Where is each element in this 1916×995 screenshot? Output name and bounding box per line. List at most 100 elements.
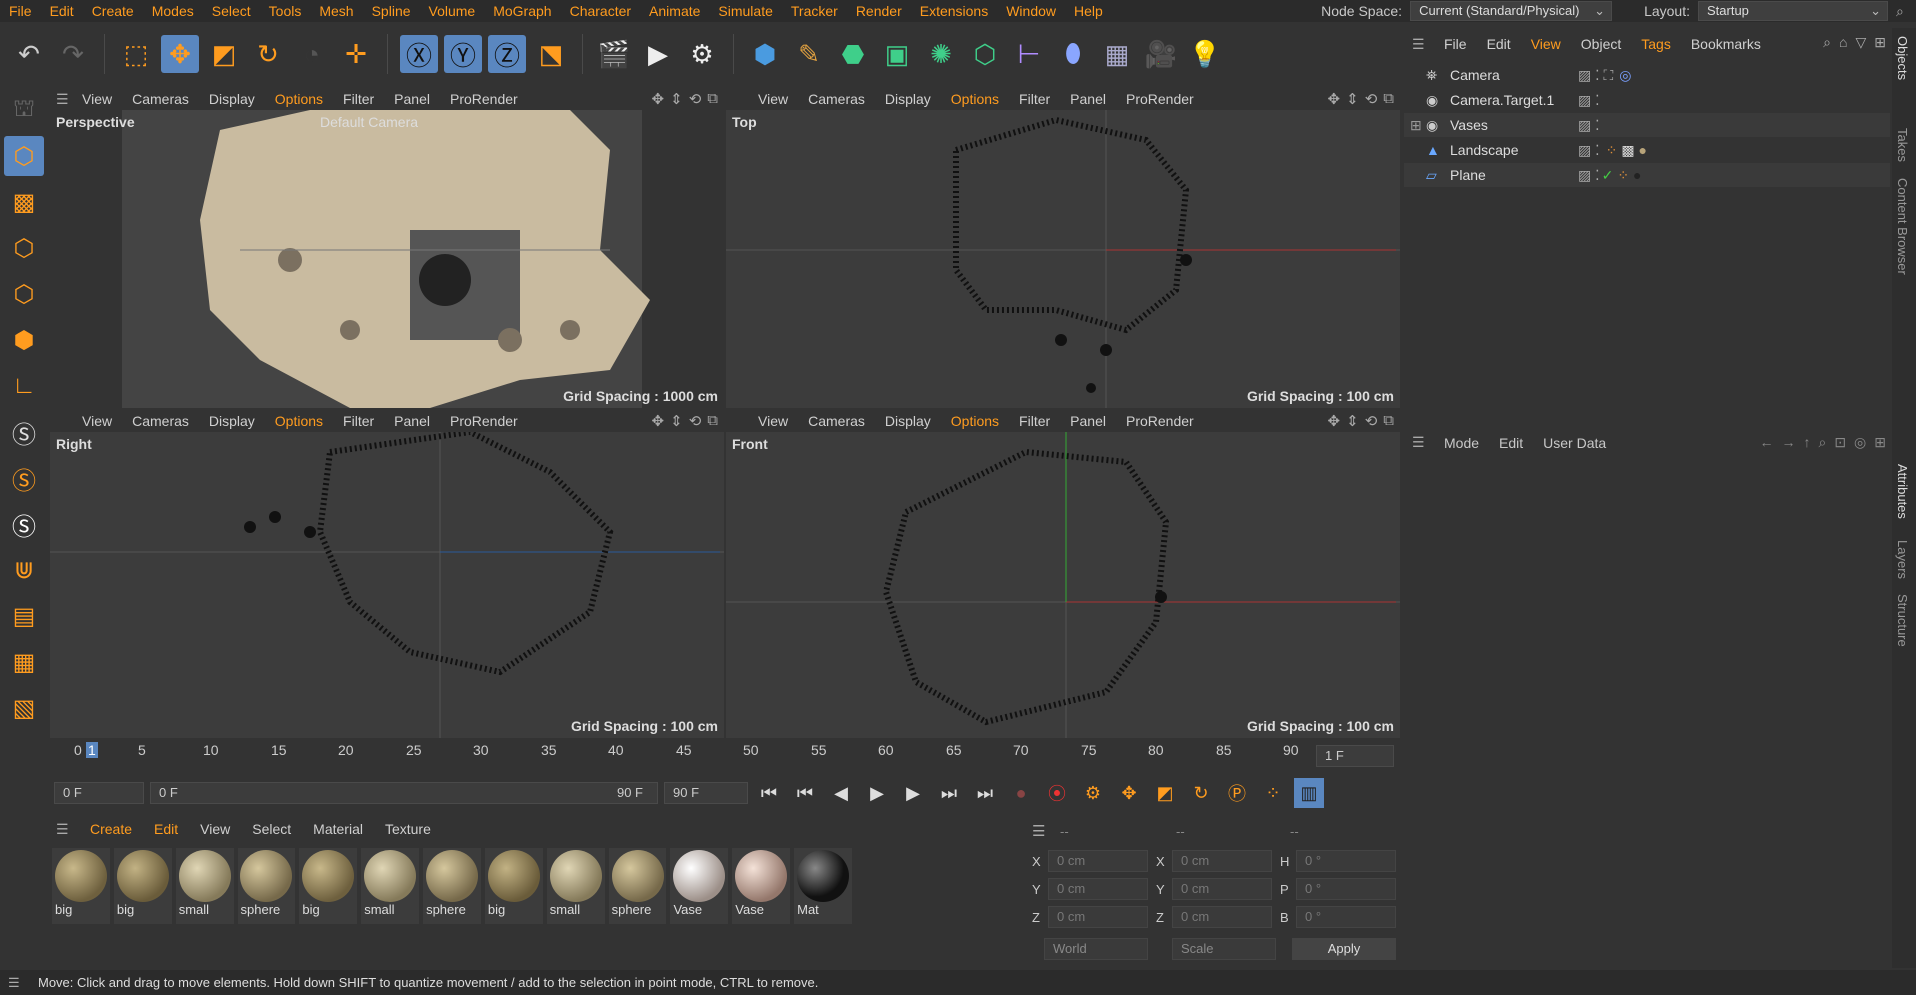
make-editable-icon[interactable]: ⛫ [4, 90, 44, 130]
viewport-canvas[interactable]: Top Grid Spacing : 100 cm [726, 110, 1400, 408]
visibility-icon[interactable]: ▨ ⁚ ⛶ [1578, 67, 1613, 84]
maximize-icon[interactable]: ⧉ [1383, 90, 1394, 108]
pen-icon[interactable]: ✎ [790, 35, 828, 73]
dolly-icon[interactable]: ⇕ [1346, 412, 1359, 430]
vp-menu-display[interactable]: Display [199, 91, 265, 107]
obj-menu-view[interactable]: View [1521, 36, 1571, 52]
next-key-icon[interactable]: ⏭ [934, 778, 964, 808]
visibility-icon[interactable]: ▨ ⁚ [1578, 142, 1600, 159]
vp-menu-display[interactable]: Display [875, 91, 941, 107]
extrude-icon[interactable]: ▣ [878, 35, 916, 73]
menu-select[interactable]: Select [203, 0, 260, 22]
material-item[interactable]: Mat [794, 848, 852, 924]
menu-modes[interactable]: Modes [143, 0, 203, 22]
frame-range-slider[interactable]: 0 F 90 F [150, 782, 658, 804]
vp-menu-panel[interactable]: Panel [384, 413, 440, 429]
hamburger-icon[interactable]: ☰ [48, 821, 78, 838]
maximize-icon[interactable]: ⧉ [1383, 412, 1394, 430]
vp-menu-display[interactable]: Display [875, 413, 941, 429]
hamburger-icon[interactable]: ☰ [1404, 434, 1434, 451]
texture-mode-icon[interactable]: ▩ [4, 182, 44, 222]
axis-mode-icon[interactable]: ∟ [4, 366, 44, 406]
orbit-icon[interactable]: ⟲ [689, 90, 702, 108]
mat-menu-material[interactable]: Material [303, 821, 373, 837]
tab-content-browser[interactable]: Content Browser [1895, 178, 1910, 275]
menu-volume[interactable]: Volume [420, 0, 485, 22]
redo-icon[interactable]: ↷ [54, 35, 92, 73]
vp-menu-prorender[interactable]: ProRender [440, 413, 528, 429]
solo-icon[interactable]: Ⓢ [4, 412, 44, 452]
attr-menu-user-data[interactable]: User Data [1533, 435, 1616, 451]
object-row[interactable]: ⊞ ◉ Vases ▨ ⁚ [1404, 113, 1890, 137]
solo-hierarchy-icon[interactable]: Ⓢ [4, 458, 44, 498]
orbit-icon[interactable]: ⟲ [689, 412, 702, 430]
edges-mode-icon[interactable]: ⬡ [4, 274, 44, 314]
mat-menu-create[interactable]: Create [80, 821, 142, 837]
attr-menu-mode[interactable]: Mode [1434, 435, 1489, 451]
workplane-icon[interactable]: ▤ [4, 596, 44, 636]
viewport-canvas[interactable]: Front Grid Spacing : 100 cm [726, 432, 1400, 738]
render-settings-icon[interactable]: ⚙ [683, 35, 721, 73]
mat-menu-view[interactable]: View [190, 821, 240, 837]
material-item[interactable]: small [546, 848, 605, 924]
record-parameter-icon[interactable]: Ⓟ [1222, 778, 1252, 808]
dolly-icon[interactable]: ⇕ [670, 412, 683, 430]
solo-selection-icon[interactable]: Ⓢ [4, 504, 44, 544]
material-tag-icon[interactable]: ● [1633, 167, 1641, 183]
vp-menu-view[interactable]: View [748, 91, 798, 107]
recent-tool-icon[interactable]: ◔ [293, 35, 331, 73]
vp-menu-filter[interactable]: Filter [333, 413, 384, 429]
field-icon[interactable]: ⬮ [1054, 35, 1092, 73]
position-z-field[interactable]: 0 cm [1048, 906, 1148, 928]
hamburger-icon[interactable]: ☰ [1032, 822, 1045, 840]
menu-create[interactable]: Create [83, 0, 143, 22]
mograph-cloner-icon[interactable]: ✺ [922, 35, 960, 73]
menu-simulate[interactable]: Simulate [709, 0, 781, 22]
vp-menu-display[interactable]: Display [199, 413, 265, 429]
texture-tag-icon[interactable]: ⁘ [1617, 167, 1629, 184]
mat-menu-edit[interactable]: Edit [144, 821, 188, 837]
hamburger-icon[interactable]: ☰ [50, 91, 72, 108]
current-frame-marker[interactable]: 1 [86, 742, 98, 758]
menu-file[interactable]: File [0, 0, 41, 22]
viewport-perspective[interactable]: ☰ View Cameras Display Options Filter Pa… [50, 88, 724, 408]
material-item[interactable]: small [175, 848, 234, 924]
coordinate-mode-dropdown[interactable]: World [1044, 938, 1148, 960]
hamburger-icon[interactable]: ☰ [0, 975, 38, 991]
move-tool-icon[interactable]: ✥ [161, 35, 199, 73]
object-row[interactable]: ▲ Landscape ▨ ⁚ ⁘ ▩ ● [1404, 138, 1890, 162]
search-icon[interactable]: ⌕ [1823, 34, 1831, 51]
home-icon[interactable]: ⌂ [1839, 34, 1847, 51]
visibility-icon[interactable]: ▨ ⁚ [1578, 117, 1600, 134]
polygons-mode-icon[interactable]: ⬢ [4, 320, 44, 360]
tab-objects[interactable]: Objects [1895, 36, 1910, 80]
go-to-start-icon[interactable]: ⏮ [754, 778, 784, 808]
menu-animate[interactable]: Animate [640, 0, 709, 22]
orbit-icon[interactable]: ⟲ [1365, 412, 1378, 430]
keyframe-selection-icon[interactable]: ⚙ [1078, 778, 1108, 808]
material-item[interactable]: big [113, 848, 172, 924]
y-axis-lock-icon[interactable]: Ⓨ [444, 35, 482, 73]
obj-menu-file[interactable]: File [1434, 36, 1477, 52]
tab-structure[interactable]: Structure [1895, 594, 1910, 647]
material-item[interactable]: big [299, 848, 358, 924]
subdivision-icon[interactable]: ⬣ [834, 35, 872, 73]
next-frame-icon[interactable]: ▶ [898, 778, 928, 808]
vp-menu-options[interactable]: Options [265, 91, 333, 107]
vp-menu-cameras[interactable]: Cameras [122, 413, 199, 429]
model-mode-icon[interactable]: ⬡ [4, 136, 44, 176]
render-picture-viewer-icon[interactable]: ▶ [639, 35, 677, 73]
vp-menu-options[interactable]: Options [941, 413, 1009, 429]
viewport-canvas[interactable]: Perspective Default Camera Grid Spacing … [50, 110, 724, 408]
undo-icon[interactable]: ↶ [10, 35, 48, 73]
menu-tracker[interactable]: Tracker [782, 0, 847, 22]
search-icon[interactable]: ⌕ [1896, 3, 1916, 20]
material-item[interactable]: sphere [608, 848, 667, 924]
menu-window[interactable]: Window [997, 0, 1065, 22]
attr-menu-edit[interactable]: Edit [1489, 435, 1533, 451]
tab-takes[interactable]: Takes [1895, 128, 1910, 162]
vp-menu-filter[interactable]: Filter [333, 91, 384, 107]
cube-icon[interactable]: ⬢ [746, 35, 784, 73]
target-icon[interactable]: ◎ [1854, 434, 1866, 451]
texture-tag-icon[interactable]: ▩ [1621, 142, 1634, 159]
